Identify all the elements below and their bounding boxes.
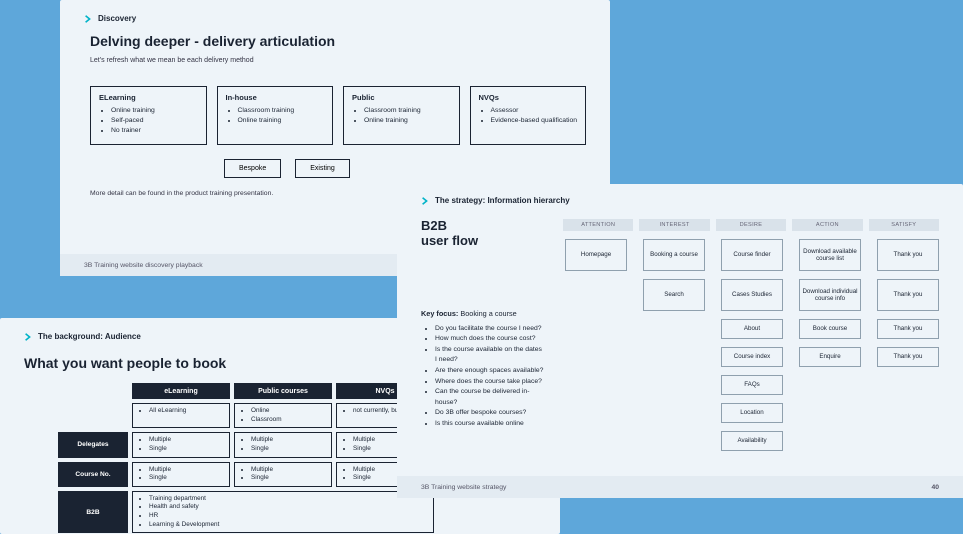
list-item: Can the course be delivered in-house? bbox=[435, 387, 545, 408]
flow-node: Cases Studies bbox=[721, 279, 783, 311]
list-item: Where does the course take place? bbox=[435, 377, 545, 388]
row-header-delegates: Delegates bbox=[58, 432, 128, 457]
breadcrumb: Discovery bbox=[84, 14, 586, 23]
card-item: Classroom training bbox=[364, 106, 451, 116]
breadcrumb-label: The background: Audience bbox=[38, 332, 141, 341]
flow-node: Course finder bbox=[721, 239, 783, 271]
table-cell: MultipleSingle bbox=[234, 432, 332, 457]
flow-node: Availability bbox=[721, 431, 783, 451]
flow-node: Thank you bbox=[877, 239, 939, 271]
card-title: NVQs bbox=[479, 93, 578, 102]
stage-interest: INTEREST bbox=[639, 219, 709, 231]
flow-node: Booking a course bbox=[643, 239, 705, 271]
flow-node: Thank you bbox=[877, 279, 939, 311]
col-header-elearning: eLearning bbox=[132, 383, 230, 399]
bespoke-button[interactable]: Bespoke bbox=[224, 159, 281, 178]
table-cell: Training department Health and safety HR… bbox=[132, 491, 434, 534]
card-inhouse: In-house Classroom training Online train… bbox=[217, 86, 334, 145]
table-cell: OnlineClassroom bbox=[234, 403, 332, 428]
delivery-cards: ELearning Online training Self-paced No … bbox=[90, 86, 586, 145]
footer-label: 3B Training website strategy bbox=[421, 484, 506, 491]
card-item: Classroom training bbox=[238, 106, 325, 116]
table-cell: All eLearning bbox=[132, 403, 230, 428]
card-public: Public Classroom training Online trainin… bbox=[343, 86, 460, 145]
card-item: Online training bbox=[364, 116, 451, 126]
flow-node: Enquire bbox=[799, 347, 861, 367]
flow-node: Homepage bbox=[565, 239, 627, 271]
stage-satisfy: SATISFY bbox=[869, 219, 939, 231]
card-item: No trainer bbox=[111, 126, 198, 136]
strategy-left-column: B2B user flow Key focus: Booking a cours… bbox=[421, 219, 545, 451]
list-item: How much does the course cost? bbox=[435, 334, 545, 345]
row-header-b2b: B2B bbox=[58, 491, 128, 534]
stage-desire: DESIRE bbox=[716, 219, 786, 231]
flow-node: Download available course list bbox=[799, 239, 861, 271]
subtitle: Let's refresh what we mean be each deliv… bbox=[90, 57, 586, 64]
flow-node: FAQs bbox=[721, 375, 783, 395]
flow-node: Download individual course info bbox=[799, 279, 861, 311]
chevron-right-icon bbox=[84, 15, 92, 23]
list-item: Is the course available on the dates I n… bbox=[435, 345, 545, 366]
card-title: In-house bbox=[226, 93, 325, 102]
footer-label: 3B Training website discovery playback bbox=[84, 262, 203, 269]
breadcrumb-label: The strategy: Information hierarchy bbox=[435, 196, 570, 205]
table-cell: MultipleSingle bbox=[132, 432, 230, 457]
flow-node: Course index bbox=[721, 347, 783, 367]
list-item: Do you facilitate the course I need? bbox=[435, 324, 545, 335]
breadcrumb-label: Discovery bbox=[98, 14, 136, 23]
card-title: ELearning bbox=[99, 93, 198, 102]
button-row: Bespoke Existing bbox=[224, 159, 586, 178]
card-elearning: ELearning Online training Self-paced No … bbox=[90, 86, 207, 145]
stage-action: ACTION bbox=[792, 219, 862, 231]
card-item: Assessor bbox=[491, 106, 578, 116]
list-item: Are there enough spaces available? bbox=[435, 366, 545, 377]
chevron-right-icon bbox=[24, 333, 32, 341]
col-header-public: Public courses bbox=[234, 383, 332, 399]
flow-node: Search bbox=[643, 279, 705, 311]
page-number: 40 bbox=[931, 484, 939, 491]
flow-node: Book course bbox=[799, 319, 861, 339]
list-item: Is this course available online bbox=[435, 419, 545, 430]
flow-node: Thank you bbox=[877, 319, 939, 339]
flow-node: Location bbox=[721, 403, 783, 423]
existing-button[interactable]: Existing bbox=[295, 159, 350, 178]
flow-node: About bbox=[721, 319, 783, 339]
card-item: Evidence-based qualification bbox=[491, 116, 578, 126]
card-item: Online training bbox=[111, 106, 198, 116]
page-title: Delving deeper - delivery articulation bbox=[90, 33, 586, 49]
table-cell: MultipleSingle bbox=[234, 462, 332, 487]
row-header-course-no: Course No. bbox=[58, 462, 128, 487]
list-item: Do 3B offer bespoke courses? bbox=[435, 408, 545, 419]
strategy-slide: The strategy: Information hierarchy B2B … bbox=[397, 184, 963, 498]
chevron-right-icon bbox=[421, 197, 429, 205]
card-nvqs: NVQs Assessor Evidence-based qualificati… bbox=[470, 86, 587, 145]
card-item: Self-paced bbox=[111, 116, 198, 126]
table-cell: MultipleSingle bbox=[132, 462, 230, 487]
card-title: Public bbox=[352, 93, 451, 102]
flow-diagram: ATTENTION INTEREST DESIRE ACTION SATISFY… bbox=[563, 219, 939, 451]
key-focus: Key focus: Booking a course bbox=[421, 309, 545, 318]
flow-node: Thank you bbox=[877, 347, 939, 367]
question-list: Do you facilitate the course I need? How… bbox=[421, 324, 545, 429]
breadcrumb: The strategy: Information hierarchy bbox=[421, 196, 939, 205]
slide-footer: 3B Training website strategy 40 bbox=[397, 476, 963, 498]
card-item: Online training bbox=[238, 116, 325, 126]
stage-attention: ATTENTION bbox=[563, 219, 633, 231]
flow-heading: B2B user flow bbox=[421, 219, 545, 249]
